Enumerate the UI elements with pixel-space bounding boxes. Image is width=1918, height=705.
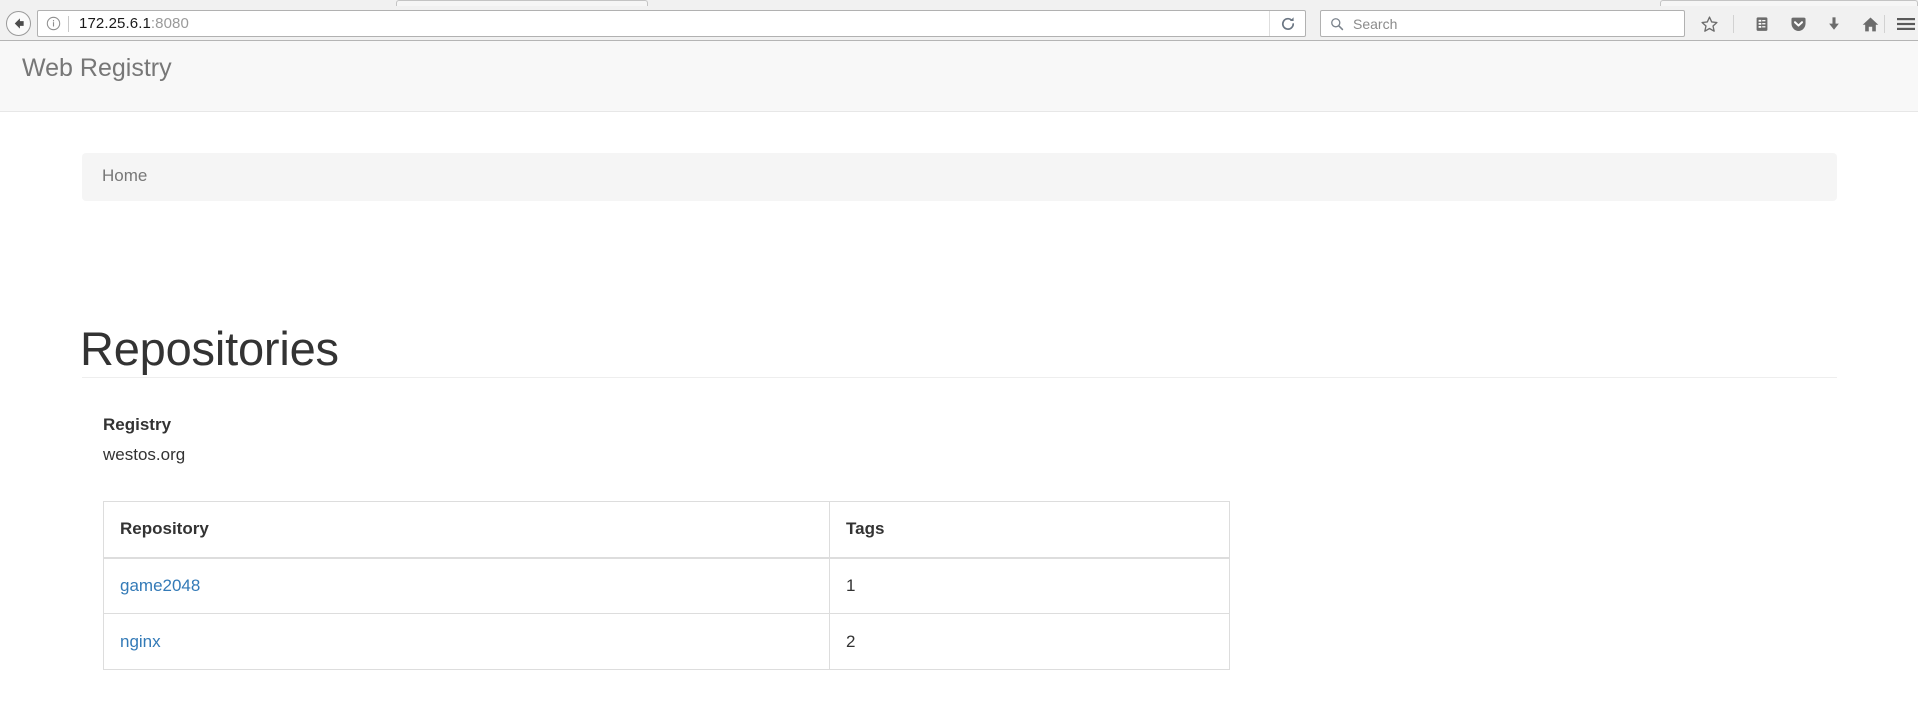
- url-text: 172.25.6.1:8080: [79, 15, 189, 32]
- reload-icon: [1280, 16, 1296, 32]
- registry-value: westos.org: [103, 445, 185, 465]
- column-header-repository: Repository: [104, 502, 830, 558]
- bookmark-star-icon[interactable]: [1697, 12, 1721, 36]
- column-header-tags: Tags: [830, 502, 1230, 558]
- reload-button[interactable]: [1269, 11, 1305, 36]
- browser-tab-stub[interactable]: [1660, 0, 1918, 6]
- hamburger-menu-icon[interactable]: [1896, 12, 1916, 36]
- search-icon: [1330, 17, 1344, 31]
- table-row: game2048 1: [104, 558, 1230, 614]
- table-row: nginx 2: [104, 614, 1230, 670]
- url-host: 172.25.6.1: [79, 15, 151, 32]
- url-port: :8080: [151, 15, 189, 32]
- page-content: Web Registry Home Repositories Registry …: [0, 41, 1918, 705]
- back-arrow-icon: [11, 16, 26, 31]
- toolbar-divider: [1733, 15, 1734, 33]
- title-divider: [82, 377, 1837, 378]
- back-button[interactable]: [6, 11, 31, 36]
- info-icon[interactable]: [46, 16, 61, 31]
- browser-tab-stub[interactable]: [396, 0, 648, 6]
- search-input-placeholder[interactable]: Search: [1353, 16, 1397, 32]
- table-cell-tags: 2: [830, 614, 1230, 670]
- library-icon[interactable]: [1750, 12, 1774, 36]
- repository-link[interactable]: game2048: [120, 576, 200, 595]
- toolbar-divider: [1884, 15, 1885, 33]
- page-title: Repositories: [80, 321, 339, 376]
- urlbar-divider: [68, 16, 69, 32]
- table-cell-repository: nginx: [104, 614, 830, 670]
- pocket-icon[interactable]: [1786, 12, 1810, 36]
- repository-link[interactable]: nginx: [120, 632, 161, 651]
- navbar-brand[interactable]: Web Registry: [22, 54, 172, 83]
- table-cell-repository: game2048: [104, 558, 830, 614]
- navigation-toolbar: 172.25.6.1:8080 Search: [0, 7, 1918, 40]
- repositories-table: Repository Tags game2048 1 nginx 2: [103, 501, 1230, 670]
- url-bar[interactable]: 172.25.6.1:8080: [37, 10, 1306, 37]
- registry-label: Registry: [103, 415, 171, 435]
- breadcrumb-item-home[interactable]: Home: [102, 166, 147, 186]
- table-cell-tags: 1: [830, 558, 1230, 614]
- site-navbar: Web Registry: [0, 41, 1918, 112]
- browser-chrome: 172.25.6.1:8080 Search: [0, 0, 1918, 41]
- search-bar[interactable]: Search: [1320, 10, 1685, 37]
- download-icon[interactable]: [1822, 12, 1846, 36]
- breadcrumb: Home: [82, 153, 1837, 201]
- home-icon[interactable]: [1858, 12, 1882, 36]
- table-header-row: Repository Tags: [104, 502, 1230, 558]
